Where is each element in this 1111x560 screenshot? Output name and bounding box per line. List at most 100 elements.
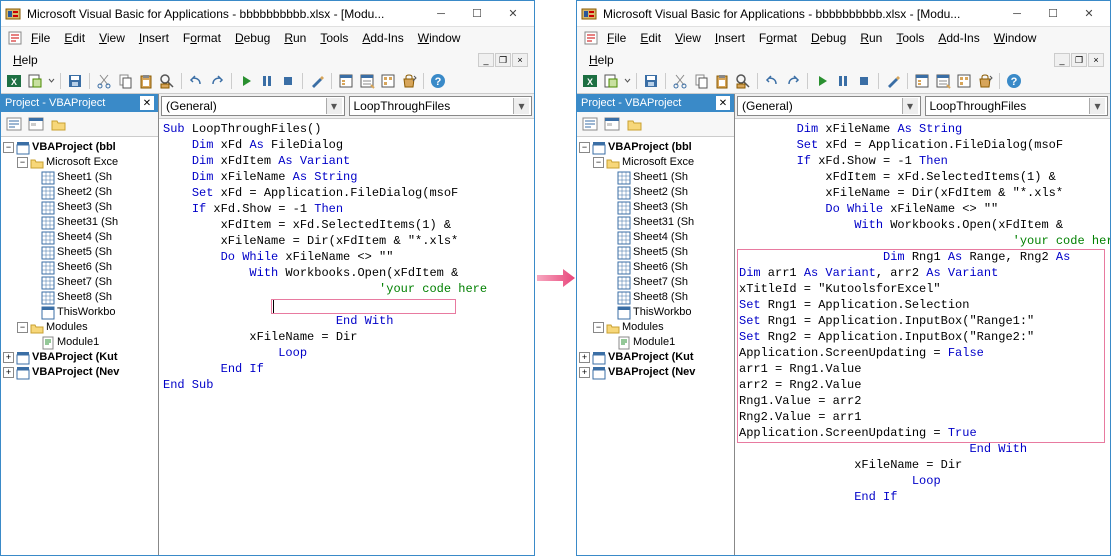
expander-icon[interactable]: − — [17, 157, 28, 168]
mdi-restore-button[interactable]: ❐ — [495, 53, 511, 67]
help-icon[interactable]: ? — [429, 72, 447, 90]
project-tree[interactable]: −VBAProject (bbl −Microsoft Exce Sheet1 … — [1, 137, 158, 555]
find-icon[interactable] — [734, 72, 752, 90]
project-panel-close-icon[interactable]: ✕ — [140, 96, 154, 110]
project-panel-close-icon[interactable]: ✕ — [716, 96, 730, 110]
sheet-node[interactable]: Sheet6 (Sh — [579, 260, 732, 275]
procedure-dropdown[interactable]: LoopThroughFiles — [925, 96, 1109, 116]
project-panel-title[interactable]: Project - VBAProject ✕ — [577, 94, 734, 112]
sheet-node[interactable]: Sheet31 (Sh — [3, 215, 156, 230]
view-code-icon[interactable] — [581, 115, 599, 133]
insert-icon[interactable] — [602, 72, 620, 90]
save-icon[interactable] — [642, 72, 660, 90]
view-object-icon[interactable] — [27, 115, 45, 133]
project-panel-title[interactable]: Project - VBAProject ✕ — [1, 94, 158, 112]
expander-icon[interactable]: − — [593, 157, 604, 168]
save-icon[interactable] — [66, 72, 84, 90]
menu-insert[interactable]: Insert — [133, 29, 175, 47]
titlebar[interactable]: Microsoft Visual Basic for Applications … — [1, 1, 534, 27]
object-browser-icon[interactable] — [955, 72, 973, 90]
project-tree[interactable]: −VBAProject (bbl −Microsoft Exce Sheet1 … — [577, 137, 734, 555]
menu-file[interactable]: File — [601, 29, 632, 47]
mdi-restore-button[interactable]: ❐ — [1071, 53, 1087, 67]
mdi-close-button[interactable]: × — [1088, 53, 1104, 67]
sheet-node[interactable]: Sheet4 (Sh — [3, 230, 156, 245]
menu-addins[interactable]: Add-Ins — [356, 29, 409, 47]
mdi-close-button[interactable]: × — [512, 53, 528, 67]
design-mode-icon[interactable] — [308, 72, 326, 90]
expander-icon[interactable]: + — [3, 352, 14, 363]
reset-icon[interactable] — [855, 72, 873, 90]
paste-icon[interactable] — [713, 72, 731, 90]
sheet-node[interactable]: Sheet8 (Sh — [579, 290, 732, 305]
code-editor[interactable]: Dim xFileName As String Set xFd = Applic… — [735, 119, 1110, 555]
expander-icon[interactable]: + — [3, 367, 14, 378]
expander-icon[interactable]: + — [579, 352, 590, 363]
sheet-node[interactable]: Sheet1 (Sh — [3, 170, 156, 185]
sheet-node[interactable]: Sheet2 (Sh — [579, 185, 732, 200]
minimize-button[interactable]: ─ — [1000, 3, 1034, 25]
menu-debug[interactable]: Debug — [229, 29, 276, 47]
sheet-node[interactable]: Sheet5 (Sh — [3, 245, 156, 260]
redo-icon[interactable] — [784, 72, 802, 90]
menu-tools[interactable]: Tools — [890, 29, 930, 47]
sheet-node[interactable]: Sheet4 (Sh — [579, 230, 732, 245]
project-explorer-icon[interactable] — [337, 72, 355, 90]
properties-icon[interactable] — [934, 72, 952, 90]
undo-icon[interactable] — [763, 72, 781, 90]
project-explorer-icon[interactable] — [913, 72, 931, 90]
copy-icon[interactable] — [116, 72, 134, 90]
procedure-dropdown[interactable]: LoopThroughFiles — [349, 96, 533, 116]
menu-file[interactable]: File — [25, 29, 56, 47]
menu-view[interactable]: View — [93, 29, 131, 47]
view-object-icon[interactable] — [603, 115, 621, 133]
object-dropdown[interactable]: (General) — [737, 96, 921, 116]
expander-icon[interactable]: + — [579, 367, 590, 378]
menu-edit[interactable]: Edit — [634, 29, 667, 47]
menu-format[interactable]: Format — [177, 29, 227, 47]
sheet-node[interactable]: Sheet7 (Sh — [3, 275, 156, 290]
close-button[interactable]: ✕ — [1072, 3, 1106, 25]
break-icon[interactable] — [834, 72, 852, 90]
titlebar[interactable]: Microsoft Visual Basic for Applications … — [577, 1, 1110, 27]
view-code-icon[interactable] — [5, 115, 23, 133]
expander-icon[interactable]: − — [593, 322, 604, 333]
run-icon[interactable] — [237, 72, 255, 90]
menu-run[interactable]: Run — [278, 29, 312, 47]
sheet-node[interactable]: Sheet8 (Sh — [3, 290, 156, 305]
code-editor[interactable]: Sub LoopThroughFiles() Dim xFd As FileDi… — [159, 119, 534, 555]
menu-run[interactable]: Run — [854, 29, 888, 47]
insert-icon[interactable] — [26, 72, 44, 90]
cut-icon[interactable] — [95, 72, 113, 90]
sheet-node[interactable]: Sheet7 (Sh — [579, 275, 732, 290]
break-icon[interactable] — [258, 72, 276, 90]
menu-help[interactable]: Help — [7, 51, 44, 69]
mdi-minimize-button[interactable]: _ — [478, 53, 494, 67]
menu-tools[interactable]: Tools — [314, 29, 354, 47]
view-excel-icon[interactable]: X — [581, 72, 599, 90]
toggle-folders-icon[interactable] — [49, 115, 67, 133]
cut-icon[interactable] — [671, 72, 689, 90]
sheet-node[interactable]: Sheet31 (Sh — [579, 215, 732, 230]
find-icon[interactable] — [158, 72, 176, 90]
help-icon[interactable]: ? — [1005, 72, 1023, 90]
sheet-node[interactable]: Sheet3 (Sh — [579, 200, 732, 215]
reset-icon[interactable] — [279, 72, 297, 90]
menu-help[interactable]: Help — [583, 51, 620, 69]
run-icon[interactable] — [813, 72, 831, 90]
menu-debug[interactable]: Debug — [805, 29, 852, 47]
sheet-node[interactable]: Sheet1 (Sh — [579, 170, 732, 185]
dropdown-arrow-icon[interactable] — [623, 72, 631, 90]
design-mode-icon[interactable] — [884, 72, 902, 90]
toolbox-icon[interactable] — [400, 72, 418, 90]
menu-view[interactable]: View — [669, 29, 707, 47]
object-dropdown[interactable]: (General) — [161, 96, 345, 116]
maximize-button[interactable]: ☐ — [1036, 3, 1070, 25]
dropdown-arrow-icon[interactable] — [47, 72, 55, 90]
sheet-node[interactable]: Sheet2 (Sh — [3, 185, 156, 200]
expander-icon[interactable]: − — [17, 322, 28, 333]
paste-icon[interactable] — [137, 72, 155, 90]
expander-icon[interactable]: − — [579, 142, 590, 153]
expander-icon[interactable]: − — [3, 142, 14, 153]
menu-window[interactable]: Window — [988, 29, 1043, 47]
